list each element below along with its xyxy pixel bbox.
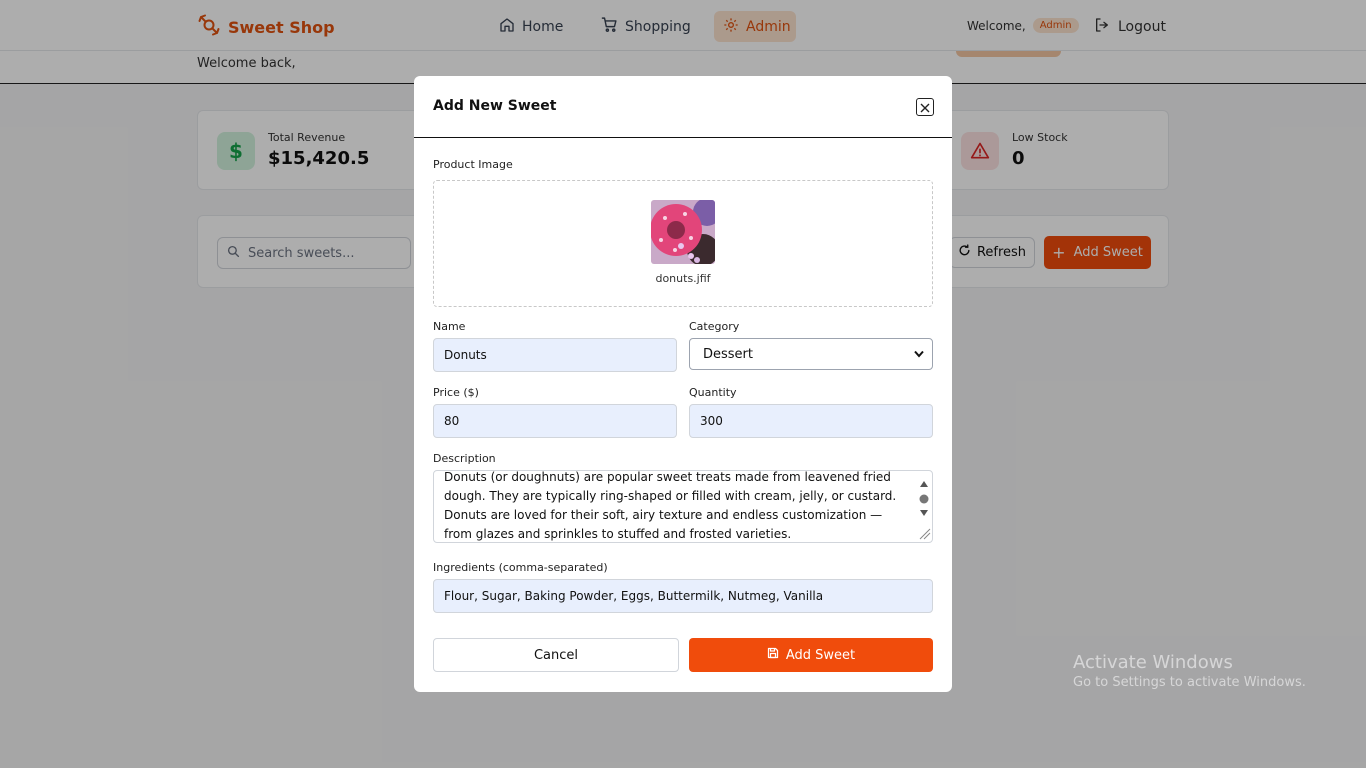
category-select[interactable]: Dessert [689, 338, 933, 370]
category-label: Category [689, 320, 740, 333]
product-image-preview [651, 200, 715, 264]
cancel-button[interactable]: Cancel [433, 638, 679, 672]
price-label: Price ($) [433, 386, 479, 399]
windows-activation-watermark: Activate Windows Go to Settings to activ… [1073, 652, 1306, 690]
chevron-down-icon [914, 347, 924, 362]
close-icon [920, 98, 930, 117]
name-label: Name [433, 320, 466, 333]
name-input[interactable]: Donuts [433, 338, 677, 372]
textarea-scrollbar[interactable] [916, 471, 932, 542]
add-sweet-submit-button[interactable]: Add Sweet [689, 638, 933, 672]
modal-title: Add New Sweet [433, 98, 557, 114]
file-name: donuts.jfif [655, 272, 711, 285]
save-icon [767, 647, 779, 663]
description-text: Donuts (or doughnuts) are popular sweet … [444, 470, 897, 541]
watermark-title: Activate Windows [1073, 652, 1233, 673]
ingredients-input[interactable]: Flour, Sugar, Baking Powder, Eggs, Butte… [433, 579, 933, 613]
category-value: Dessert [703, 346, 753, 362]
image-upload-dropzone[interactable]: donuts.jfif [433, 180, 933, 307]
description-textarea[interactable]: Donuts (or doughnuts) are popular sweet … [433, 470, 933, 543]
quantity-label: Quantity [689, 386, 737, 399]
add-sweet-modal: Add New Sweet Product Image donuts.jfif … [414, 76, 952, 692]
close-button[interactable] [916, 98, 934, 116]
price-input[interactable]: 80 [433, 404, 677, 438]
quantity-input[interactable]: 300 [689, 404, 933, 438]
product-image-label: Product Image [433, 158, 513, 171]
add-sweet-submit-label: Add Sweet [785, 647, 856, 663]
description-label: Description [433, 452, 496, 465]
ingredients-label: Ingredients (comma-separated) [433, 561, 608, 574]
watermark-subtitle: Go to Settings to activate Windows. [1073, 675, 1306, 690]
modal-header: Add New Sweet [414, 76, 952, 138]
